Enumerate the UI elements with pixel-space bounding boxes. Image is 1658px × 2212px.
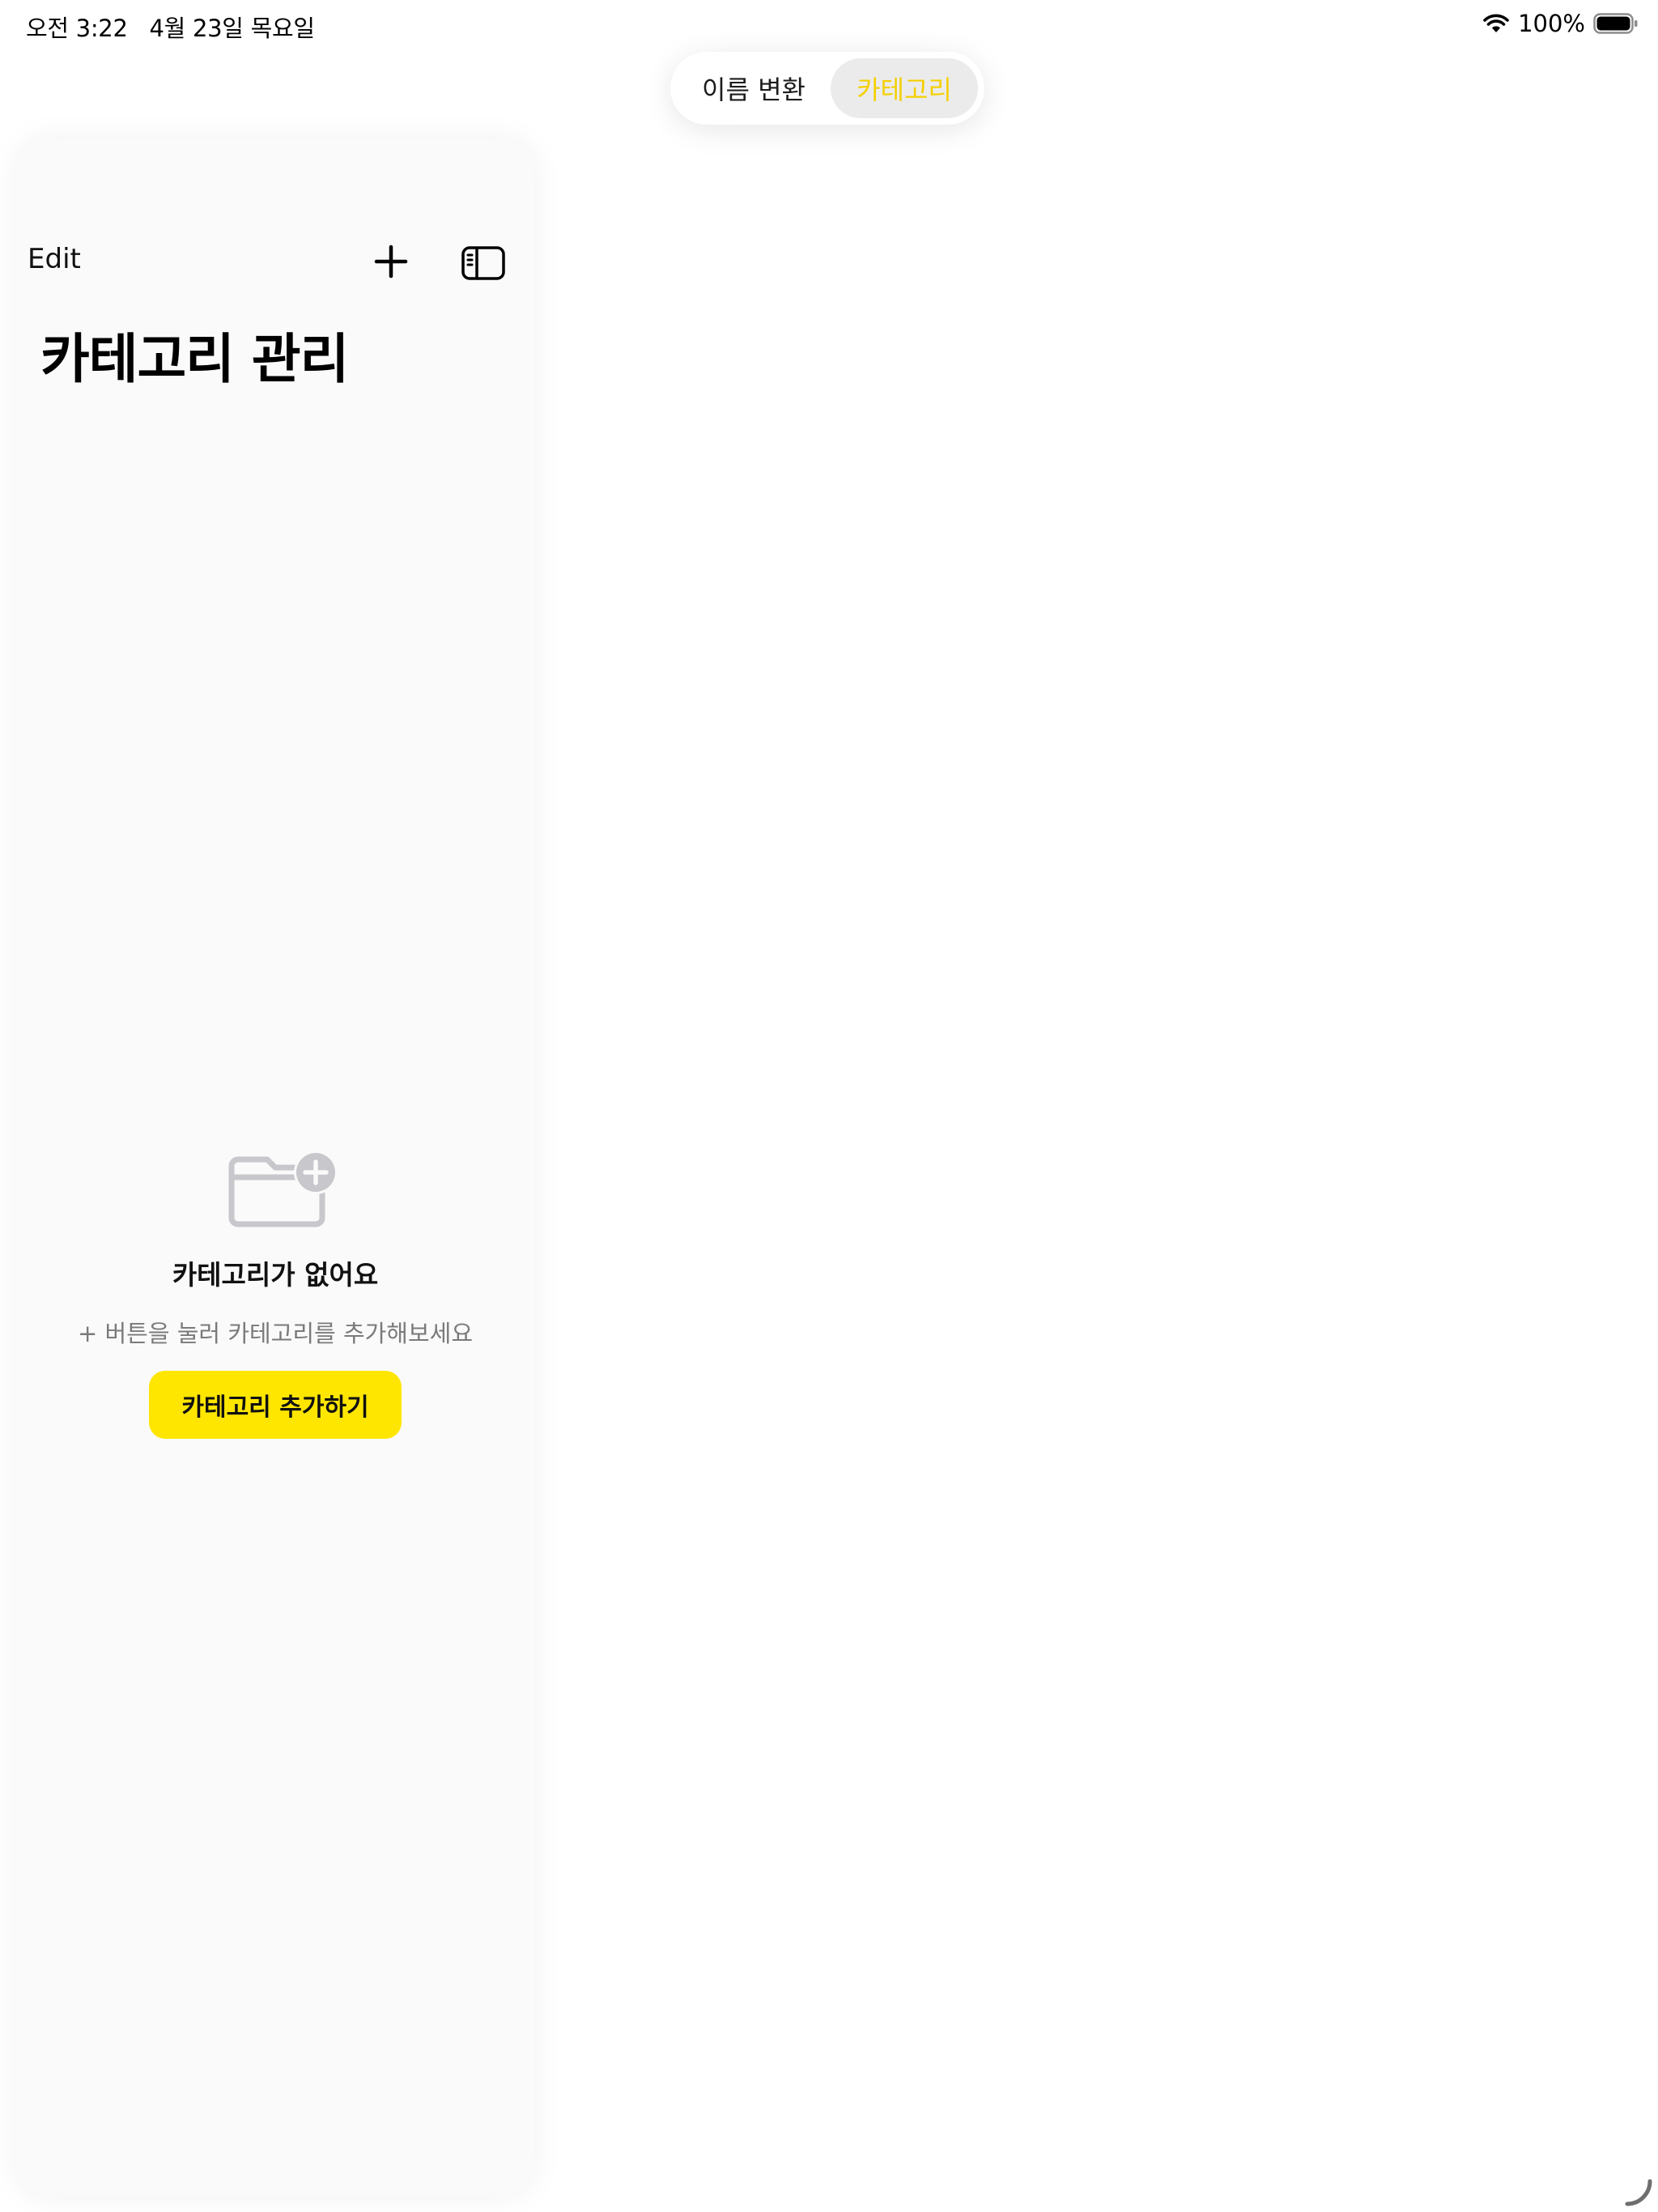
- tab-name-conversion[interactable]: 이름 변환: [677, 58, 831, 118]
- edit-button[interactable]: Edit: [28, 243, 81, 275]
- folder-plus-icon: [228, 1151, 338, 1227]
- tab-category[interactable]: 카테고리: [831, 58, 978, 118]
- app-window: 오전 3:22 4월 23일 목요일 100% 이름 변환 카테고리 Edit …: [0, 0, 1658, 2212]
- empty-state-title: 카테고리가 없어요: [172, 1259, 379, 1291]
- plus-icon[interactable]: [374, 245, 408, 279]
- wifi-icon: [1483, 14, 1509, 32]
- add-category-button[interactable]: 카테고리 추가하기: [149, 1371, 402, 1439]
- status-date: 4월 23일 목요일: [149, 15, 316, 42]
- empty-state-subtitle: + 버튼을 눌러 카테고리를 추가해보세요: [77, 1320, 474, 1347]
- resize-handle-icon[interactable]: [1624, 2178, 1653, 2207]
- page-title: 카테고리 관리: [40, 328, 349, 390]
- status-time: 오전 3:22: [26, 15, 128, 42]
- status-bar-left: 오전 3:22 4월 23일 목요일: [26, 10, 329, 44]
- segmented-control: 이름 변환 카테고리: [670, 52, 984, 125]
- battery-icon: [1593, 13, 1638, 34]
- battery-percent: 100%: [1518, 10, 1585, 37]
- status-bar-right: 100%: [1482, 10, 1639, 37]
- sidebar-toggle-icon[interactable]: [461, 246, 505, 280]
